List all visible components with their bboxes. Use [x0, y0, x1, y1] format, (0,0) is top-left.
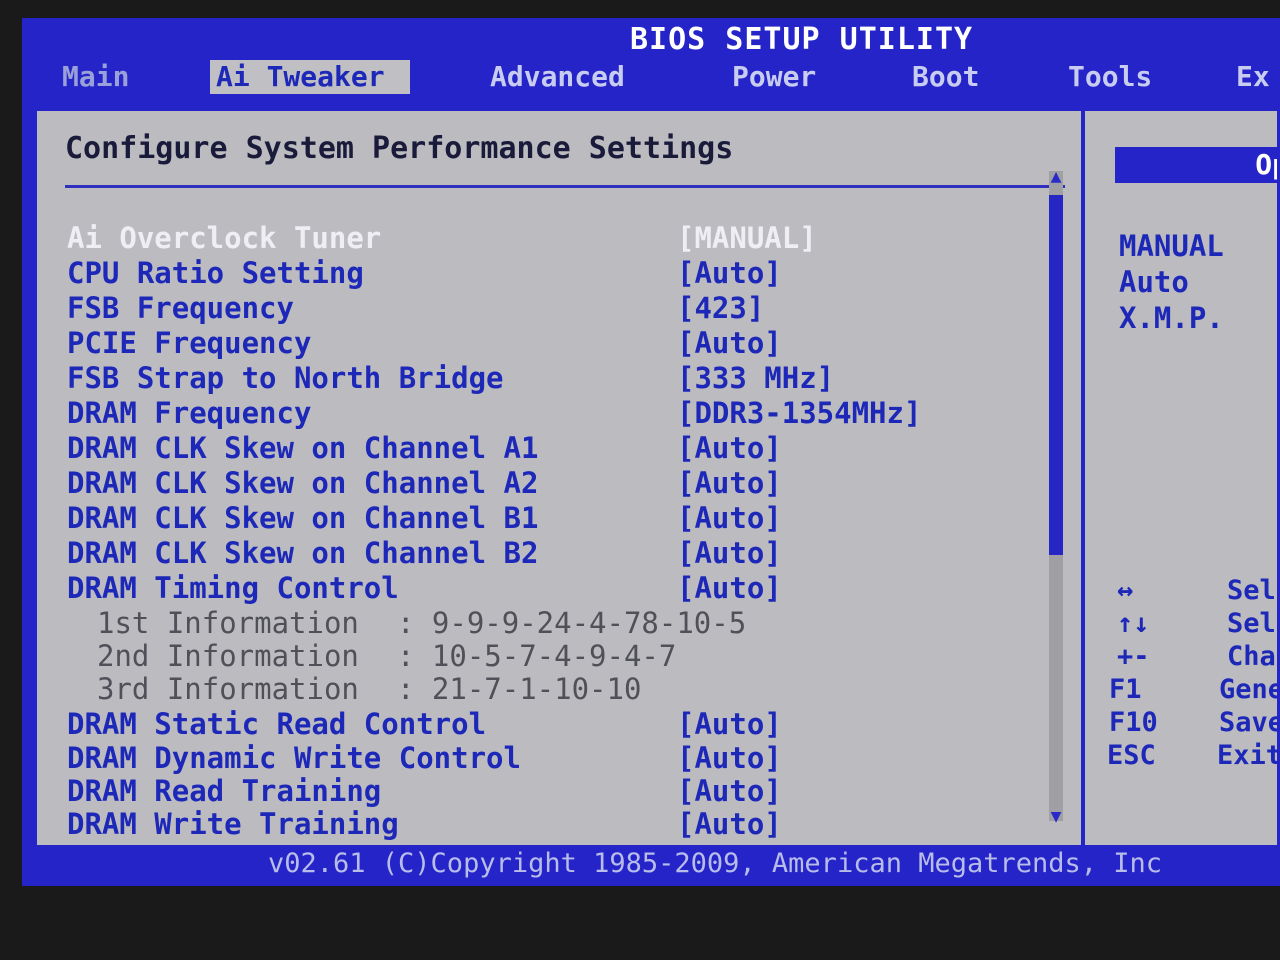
- help-panel: Op MANUAL Auto X.M.P. ↔ Selec ↑↓ Selec +…: [1082, 108, 1280, 848]
- key-name: F10: [1109, 707, 1158, 738]
- setting-value[interactable]: [DDR3-1354MHz]: [677, 396, 921, 430]
- setting-clk-skew-a1[interactable]: DRAM CLK Skew on Channel A1 [Auto]: [67, 431, 997, 465]
- setting-label: DRAM CLK Skew on Channel A1: [67, 431, 539, 465]
- tab-main[interactable]: Main: [56, 60, 135, 94]
- info-row-1st: 1st Information : 9-9-9-24-4-78-10-5: [67, 606, 997, 640]
- key-desc: Save: [1219, 707, 1280, 738]
- setting-label: DRAM CLK Skew on Channel B1: [67, 501, 539, 535]
- info-value: : 9-9-9-24-4-78-10-5: [397, 606, 747, 640]
- key-hint-select-item: ↑↓ Selec: [1117, 608, 1277, 640]
- tab-power[interactable]: Power: [726, 60, 822, 94]
- tab-boot[interactable]: Boot: [906, 60, 985, 94]
- key-hint-select-screen: ↔ Selec: [1117, 575, 1277, 607]
- setting-value[interactable]: [MANUAL]: [677, 221, 817, 255]
- bios-screen: BIOS SETUP UTILITY Main Ai Tweaker Advan…: [22, 18, 1280, 886]
- info-label: 3rd Information: [97, 672, 359, 706]
- key-desc: Selec: [1227, 575, 1277, 606]
- setting-value[interactable]: [Auto]: [677, 571, 782, 605]
- scrollbar[interactable]: ▲ ▼: [1049, 167, 1063, 827]
- setting-clk-skew-b2[interactable]: DRAM CLK Skew on Channel B2 [Auto]: [67, 536, 997, 570]
- setting-fsb-frequency[interactable]: FSB Frequency [423]: [67, 291, 997, 325]
- setting-label: DRAM Frequency: [67, 396, 312, 430]
- setting-label: DRAM Write Training: [67, 807, 399, 841]
- setting-dram-frequency[interactable]: DRAM Frequency [DDR3-1354MHz]: [67, 396, 997, 430]
- key-name: F1: [1109, 674, 1142, 705]
- setting-value[interactable]: [Auto]: [677, 431, 782, 465]
- page-title: Configure System Performance Settings: [65, 131, 734, 166]
- setting-label: DRAM CLK Skew on Channel B2: [67, 536, 539, 570]
- setting-dram-static-read[interactable]: DRAM Static Read Control [Auto]: [67, 707, 997, 741]
- info-row-3rd: 3rd Information : 21-7-1-10-10: [67, 672, 997, 706]
- setting-label: DRAM Static Read Control: [67, 707, 487, 741]
- setting-label: DRAM Read Training: [67, 774, 382, 808]
- setting-cpu-ratio[interactable]: CPU Ratio Setting [Auto]: [67, 256, 997, 290]
- setting-label: DRAM CLK Skew on Channel A2: [67, 466, 539, 500]
- setting-clk-skew-b1[interactable]: DRAM CLK Skew on Channel B1 [Auto]: [67, 501, 997, 535]
- setting-value[interactable]: [Auto]: [677, 256, 782, 290]
- option-xmp: X.M.P.: [1119, 301, 1224, 335]
- setting-value[interactable]: [423]: [677, 291, 764, 325]
- help-header: Op: [1115, 147, 1277, 183]
- setting-value[interactable]: [Auto]: [677, 326, 782, 360]
- setting-dram-read-training[interactable]: DRAM Read Training [Auto]: [67, 774, 997, 808]
- key-hint-general-help: F1 Gener: [1109, 674, 1277, 706]
- setting-value[interactable]: [333 MHz]: [677, 361, 834, 395]
- setting-label: DRAM Dynamic Write Control: [67, 741, 521, 775]
- key-hint-change: +- Chang: [1117, 641, 1277, 673]
- tab-bar: Main Ai Tweaker Advanced Power Boot Tool…: [22, 60, 1280, 112]
- setting-clk-skew-a2[interactable]: DRAM CLK Skew on Channel A2 [Auto]: [67, 466, 997, 500]
- option-manual: MANUAL: [1119, 229, 1224, 263]
- tab-tools[interactable]: Tools: [1062, 60, 1158, 94]
- tab-ai-tweaker[interactable]: Ai Tweaker: [210, 60, 410, 94]
- tab-exit[interactable]: Ex: [1230, 60, 1276, 94]
- plus-minus-icon: +-: [1117, 641, 1150, 672]
- key-hint-save: F10 Save: [1109, 707, 1280, 739]
- key-hint-exit: ESC Exit: [1107, 740, 1280, 772]
- setting-dram-write-training[interactable]: DRAM Write Training [Auto]: [67, 807, 997, 841]
- setting-label: DRAM Timing Control: [67, 571, 399, 605]
- info-label: 1st Information: [97, 606, 359, 640]
- tab-advanced[interactable]: Advanced: [484, 60, 631, 94]
- setting-label: CPU Ratio Setting: [67, 256, 364, 290]
- scrollbar-thumb[interactable]: [1049, 195, 1063, 555]
- setting-label: PCIE Frequency: [67, 326, 312, 360]
- key-desc: Chang: [1227, 641, 1277, 672]
- setting-pcie-frequency[interactable]: PCIE Frequency [Auto]: [67, 326, 997, 360]
- info-value: : 21-7-1-10-10: [397, 672, 642, 706]
- setting-label: FSB Frequency: [67, 291, 294, 325]
- option-auto: Auto: [1119, 265, 1189, 299]
- info-value: : 10-5-7-4-9-4-7: [397, 639, 677, 673]
- info-row-2nd: 2nd Information : 10-5-7-4-9-4-7: [67, 639, 997, 673]
- setting-value[interactable]: [Auto]: [677, 807, 782, 841]
- setting-value[interactable]: [Auto]: [677, 536, 782, 570]
- info-label: 2nd Information: [97, 639, 359, 673]
- setting-dram-timing-control[interactable]: DRAM Timing Control [Auto]: [67, 571, 997, 605]
- up-down-arrows-icon: ↑↓: [1117, 608, 1150, 639]
- key-desc: Selec: [1227, 608, 1277, 639]
- left-right-arrows-icon: ↔: [1117, 575, 1134, 606]
- setting-fsb-strap[interactable]: FSB Strap to North Bridge [333 MHz]: [67, 361, 997, 395]
- scroll-down-arrow-icon[interactable]: ▼: [1046, 807, 1066, 827]
- key-desc: Gener: [1219, 674, 1277, 705]
- key-desc: Exit: [1217, 740, 1280, 771]
- setting-value[interactable]: [Auto]: [677, 741, 782, 775]
- settings-panel: Configure System Performance Settings Ai…: [34, 108, 1084, 848]
- key-name: ESC: [1107, 740, 1156, 771]
- title-bar: BIOS SETUP UTILITY: [22, 18, 1280, 60]
- setting-label: FSB Strap to North Bridge: [67, 361, 504, 395]
- setting-dram-dynamic-write[interactable]: DRAM Dynamic Write Control [Auto]: [67, 741, 997, 775]
- setting-label: Ai Overclock Tuner: [67, 221, 382, 255]
- scroll-up-arrow-icon[interactable]: ▲: [1046, 167, 1066, 187]
- setting-value[interactable]: [Auto]: [677, 774, 782, 808]
- footer: v02.61 (C)Copyright 1985-2009, American …: [22, 840, 1280, 886]
- setting-value[interactable]: [Auto]: [677, 707, 782, 741]
- copyright-text: v02.61 (C)Copyright 1985-2009, American …: [268, 848, 1163, 879]
- setting-value[interactable]: [Auto]: [677, 501, 782, 535]
- divider: [65, 185, 1065, 188]
- setting-value[interactable]: [Auto]: [677, 466, 782, 500]
- setting-ai-overclock-tuner[interactable]: Ai Overclock Tuner [MANUAL]: [67, 221, 997, 255]
- app-title: BIOS SETUP UTILITY: [630, 22, 974, 57]
